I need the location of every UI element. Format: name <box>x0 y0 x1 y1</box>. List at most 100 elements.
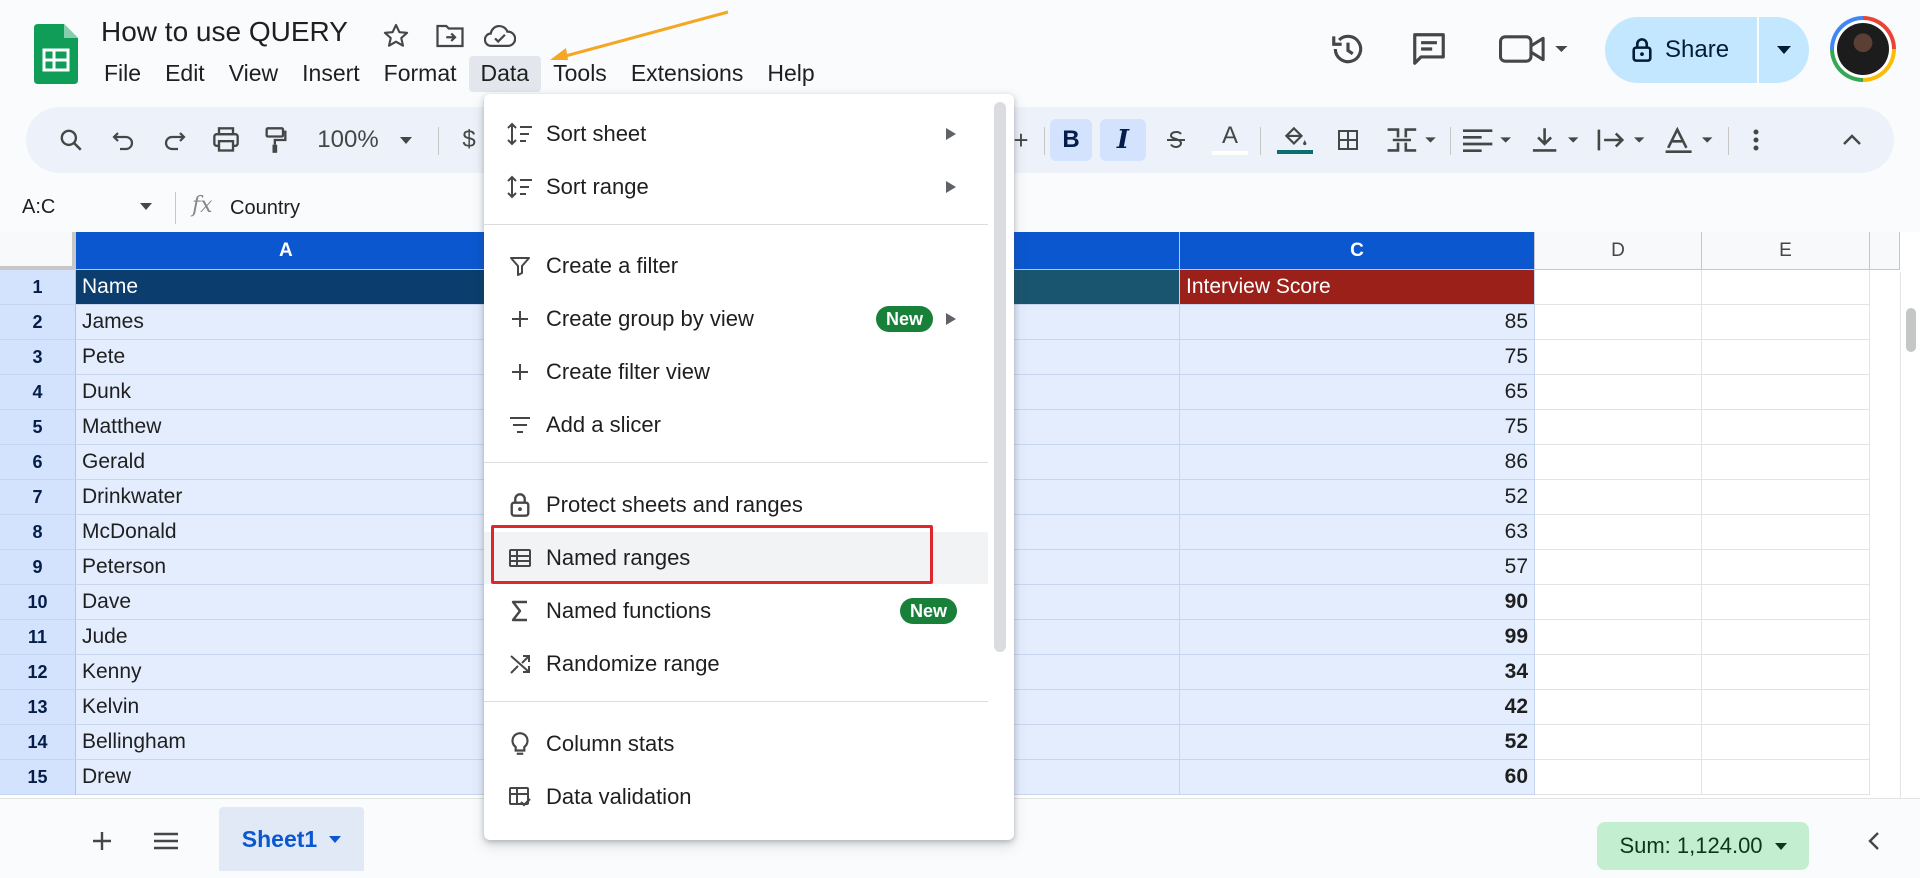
row-header[interactable]: 14 <box>0 725 76 760</box>
cell-a[interactable]: Dunk <box>76 375 486 410</box>
text-rotation-icon[interactable] <box>1660 119 1718 161</box>
column-header-f[interactable] <box>1870 232 1900 270</box>
row-header[interactable]: 8 <box>0 515 76 550</box>
sheets-logo-icon[interactable] <box>34 24 78 84</box>
cell-c[interactable]: 75 <box>1180 410 1535 445</box>
merge-cells-icon[interactable] <box>1382 119 1440 161</box>
comments-icon[interactable] <box>1404 24 1454 74</box>
cell-d[interactable] <box>1535 340 1702 375</box>
menu-edit[interactable]: Edit <box>153 56 217 92</box>
menu-help[interactable]: Help <box>755 56 826 92</box>
column-header-c[interactable]: C <box>1180 232 1535 270</box>
cell-a[interactable]: Pete <box>76 340 486 375</box>
cell-e[interactable] <box>1702 270 1870 305</box>
cell-c[interactable]: 42 <box>1180 690 1535 725</box>
row-header[interactable]: 1 <box>0 270 76 305</box>
formula-input[interactable]: Country <box>230 197 300 220</box>
undo-icon[interactable] <box>104 119 144 161</box>
name-box[interactable]: A:C <box>22 196 55 219</box>
cell-c[interactable]: 85 <box>1180 305 1535 340</box>
version-history-icon[interactable] <box>1323 24 1373 74</box>
cell-a[interactable]: Matthew <box>76 410 486 445</box>
cell-c[interactable]: 63 <box>1180 515 1535 550</box>
cell-a[interactable]: Kelvin <box>76 690 486 725</box>
cell-c[interactable]: 52 <box>1180 480 1535 515</box>
cell-d[interactable] <box>1535 445 1702 480</box>
menu-item-create-filter-view[interactable]: Create filter view <box>484 346 988 398</box>
row-header[interactable]: 9 <box>0 550 76 585</box>
cell-c[interactable]: 99 <box>1180 620 1535 655</box>
row-header[interactable]: 11 <box>0 620 76 655</box>
cell-d[interactable] <box>1535 480 1702 515</box>
row-header[interactable]: 15 <box>0 760 76 795</box>
cell-e[interactable] <box>1702 760 1870 795</box>
vertical-scrollbar[interactable] <box>1900 272 1920 798</box>
fill-color-icon[interactable] <box>1272 119 1318 161</box>
row-header[interactable]: 10 <box>0 585 76 620</box>
cell-a[interactable]: Dave <box>76 585 486 620</box>
cell-a[interactable]: Name <box>76 270 486 305</box>
row-header[interactable]: 13 <box>0 690 76 725</box>
menu-item-create-filter[interactable]: Create a filter <box>484 240 988 292</box>
menu-insert[interactable]: Insert <box>290 56 372 92</box>
cell-d[interactable] <box>1535 725 1702 760</box>
sum-indicator[interactable]: Sum: 1,124.00 <box>1597 822 1809 870</box>
cell-d[interactable] <box>1535 690 1702 725</box>
row-header[interactable]: 3 <box>0 340 76 375</box>
meet-video-icon[interactable] <box>1494 24 1574 74</box>
row-header[interactable]: 12 <box>0 655 76 690</box>
menu-item-add-slicer[interactable]: Add a slicer <box>484 399 988 451</box>
cell-a[interactable]: Drew <box>76 760 486 795</box>
cell-d[interactable] <box>1535 305 1702 340</box>
cell-e[interactable] <box>1702 620 1870 655</box>
share-button[interactable]: Share <box>1605 17 1757 83</box>
borders-icon[interactable] <box>1328 119 1368 161</box>
cell-c[interactable]: 86 <box>1180 445 1535 480</box>
cell-a[interactable]: Drinkwater <box>76 480 486 515</box>
column-header-d[interactable]: D <box>1535 232 1702 270</box>
menu-view[interactable]: View <box>217 56 290 92</box>
collapse-toolbar-icon[interactable] <box>1832 119 1872 161</box>
cell-c[interactable]: 57 <box>1180 550 1535 585</box>
select-all-corner[interactable] <box>0 232 76 270</box>
currency-format-button[interactable]: $ <box>454 119 484 161</box>
add-sheet-icon[interactable] <box>84 823 120 859</box>
sheet-tab-caret-icon[interactable] <box>329 835 342 843</box>
zoom-select[interactable]: 100% <box>312 119 384 161</box>
menu-item-sort-sheet[interactable]: Sort sheet <box>484 108 988 160</box>
cell-e[interactable] <box>1702 445 1870 480</box>
vertical-align-icon[interactable] <box>1526 119 1584 161</box>
cell-e[interactable] <box>1702 655 1870 690</box>
row-header[interactable]: 7 <box>0 480 76 515</box>
menu-item-randomize-range[interactable]: Randomize range <box>484 638 988 690</box>
cell-e[interactable] <box>1702 550 1870 585</box>
share-options-button[interactable] <box>1759 17 1809 83</box>
cell-e[interactable] <box>1702 480 1870 515</box>
cell-a[interactable]: Kenny <box>76 655 486 690</box>
redo-icon[interactable] <box>154 119 194 161</box>
move-folder-icon[interactable] <box>432 18 468 54</box>
cell-d[interactable] <box>1535 375 1702 410</box>
cell-d[interactable] <box>1535 410 1702 445</box>
menu-format[interactable]: Format <box>372 56 469 92</box>
cell-e[interactable] <box>1702 375 1870 410</box>
bold-icon[interactable]: B <box>1050 119 1092 161</box>
cell-a[interactable]: Gerald <box>76 445 486 480</box>
cell-c[interactable]: Interview Score <box>1180 270 1535 305</box>
text-wrapping-icon[interactable] <box>1592 119 1650 161</box>
menu-item-protect-sheets[interactable]: Protect sheets and ranges <box>484 479 988 531</box>
cell-c[interactable]: 90 <box>1180 585 1535 620</box>
cell-d[interactable] <box>1535 655 1702 690</box>
cell-d[interactable] <box>1535 760 1702 795</box>
cell-e[interactable] <box>1702 725 1870 760</box>
row-header[interactable]: 4 <box>0 375 76 410</box>
cell-e[interactable] <box>1702 305 1870 340</box>
column-header-e[interactable]: E <box>1702 232 1870 270</box>
cell-d[interactable] <box>1535 620 1702 655</box>
cell-a[interactable]: Jude <box>76 620 486 655</box>
text-color-icon[interactable]: A <box>1210 119 1250 161</box>
zoom-caret-icon[interactable] <box>394 119 418 161</box>
account-avatar[interactable] <box>1830 16 1896 82</box>
menu-data[interactable]: Data <box>468 56 542 92</box>
print-icon[interactable] <box>206 119 246 161</box>
